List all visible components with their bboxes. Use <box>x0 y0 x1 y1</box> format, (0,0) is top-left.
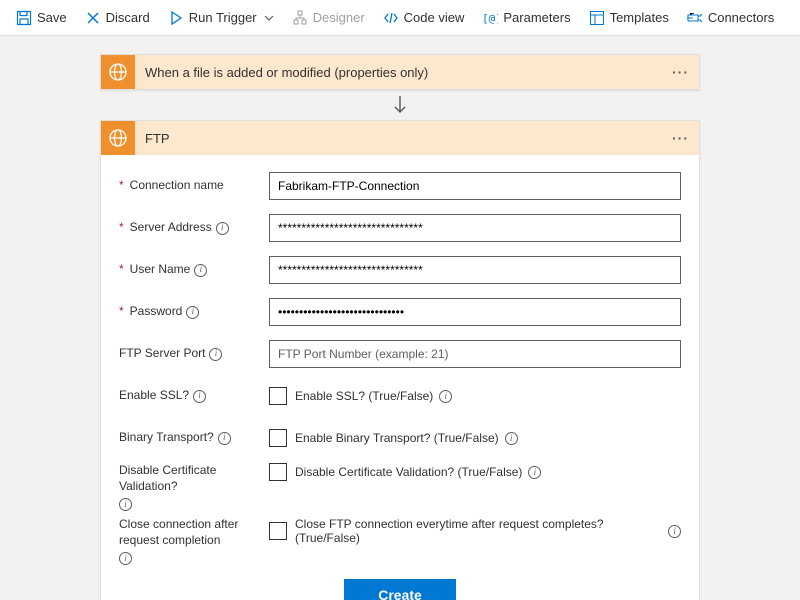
code-view-label: Code view <box>404 10 465 25</box>
password-input[interactable] <box>269 298 681 326</box>
disable-cert-checkbox[interactable] <box>269 463 287 481</box>
info-icon[interactable]: i <box>668 525 681 538</box>
connectors-icon <box>687 10 703 26</box>
server-address-input[interactable] <box>269 214 681 242</box>
connectors-label: Connectors <box>708 10 774 25</box>
label-enable-ssl: Enable SSL? i <box>119 388 269 404</box>
info-icon[interactable]: i <box>119 552 132 565</box>
row-server-address: *Server Address i <box>119 209 681 247</box>
flow-arrow <box>392 90 408 120</box>
row-connection-name: *Connection name <box>119 167 681 205</box>
ftp-action-card: FTP ··· *Connection name *Server Address… <box>100 120 700 600</box>
flow-container: When a file is added or modified (proper… <box>0 54 800 600</box>
parameters-icon: [@] <box>482 10 498 26</box>
label-ftp-port: FTP Server Port i <box>119 346 269 362</box>
info-icon[interactable]: i <box>209 348 222 361</box>
code-icon <box>383 10 399 26</box>
parameters-label: Parameters <box>503 10 570 25</box>
ftp-title: FTP <box>135 131 672 146</box>
discard-icon <box>85 10 101 26</box>
designer-icon <box>292 10 308 26</box>
label-close-conn: Close connection after request completio… <box>119 517 269 565</box>
trigger-menu-button[interactable]: ··· <box>672 64 689 80</box>
ftp-connector-icon <box>101 121 135 155</box>
run-trigger-label: Run Trigger <box>189 10 257 25</box>
row-enable-ssl: Enable SSL? i Enable SSL? (True/False) i <box>119 377 681 415</box>
disable-cert-check-label: Disable Certificate Validation? (True/Fa… <box>295 465 541 479</box>
ftp-port-input[interactable] <box>269 340 681 368</box>
ftp-form: *Connection name *Server Address i *User… <box>101 155 699 600</box>
save-label: Save <box>37 10 67 25</box>
code-view-button[interactable]: Code view <box>375 6 473 30</box>
info-icon[interactable]: i <box>119 498 132 511</box>
info-icon[interactable]: i <box>505 432 518 445</box>
row-user-name: *User Name i <box>119 251 681 289</box>
discard-button[interactable]: Discard <box>77 6 158 30</box>
connection-name-input[interactable] <box>269 172 681 200</box>
binary-transport-checkbox[interactable] <box>269 429 287 447</box>
designer-canvas: When a file is added or modified (proper… <box>0 36 800 600</box>
label-password: *Password i <box>119 304 269 320</box>
trigger-card[interactable]: When a file is added or modified (proper… <box>100 54 700 90</box>
label-user-name: *User Name i <box>119 262 269 278</box>
ftp-card-header[interactable]: FTP ··· <box>101 121 699 155</box>
templates-button[interactable]: Templates <box>581 6 677 30</box>
row-password: *Password i <box>119 293 681 331</box>
info-icon[interactable]: i <box>439 390 452 403</box>
connectors-button[interactable]: Connectors <box>679 6 782 30</box>
binary-transport-check-label: Enable Binary Transport? (True/False) i <box>295 431 518 445</box>
ftp-connector-icon <box>101 55 135 89</box>
designer-button: Designer <box>284 6 373 30</box>
info-icon[interactable]: i <box>186 306 199 319</box>
templates-label: Templates <box>610 10 669 25</box>
info-icon[interactable]: i <box>528 466 541 479</box>
close-conn-check-label: Close FTP connection everytime after req… <box>295 517 681 545</box>
trigger-title: When a file is added or modified (proper… <box>135 65 672 80</box>
close-conn-checkbox[interactable] <box>269 522 287 540</box>
row-close-conn: Close connection after request completio… <box>119 515 681 565</box>
info-icon[interactable]: i <box>216 222 229 235</box>
trigger-card-header[interactable]: When a file is added or modified (proper… <box>101 55 699 89</box>
run-trigger-button[interactable]: Run Trigger <box>160 6 282 30</box>
parameters-button[interactable]: [@] Parameters <box>474 6 578 30</box>
ftp-menu-button[interactable]: ··· <box>672 130 689 146</box>
discard-label: Discard <box>106 10 150 25</box>
info-icon[interactable]: i <box>194 264 207 277</box>
chevron-down-icon <box>264 10 274 26</box>
templates-icon <box>589 10 605 26</box>
designer-label: Designer <box>313 10 365 25</box>
row-ftp-port: FTP Server Port i <box>119 335 681 373</box>
svg-text:[@]: [@] <box>482 12 498 25</box>
enable-ssl-checkbox[interactable] <box>269 387 287 405</box>
info-icon[interactable]: i <box>218 432 231 445</box>
row-binary-transport: Binary Transport? i Enable Binary Transp… <box>119 419 681 457</box>
row-disable-cert: Disable Certificate Validation? i Disabl… <box>119 461 681 511</box>
play-icon <box>168 10 184 26</box>
enable-ssl-check-label: Enable SSL? (True/False) i <box>295 389 452 403</box>
label-connection-name: *Connection name <box>119 178 269 194</box>
save-button[interactable]: Save <box>8 6 75 30</box>
label-server-address: *Server Address i <box>119 220 269 236</box>
toolbar: Save Discard Run Trigger Designer Code v… <box>0 0 800 36</box>
info-icon[interactable]: i <box>193 390 206 403</box>
save-icon <box>16 10 32 26</box>
user-name-input[interactable] <box>269 256 681 284</box>
label-disable-cert: Disable Certificate Validation? i <box>119 463 269 511</box>
label-binary-transport: Binary Transport? i <box>119 430 269 446</box>
create-button[interactable]: Create <box>344 579 456 600</box>
